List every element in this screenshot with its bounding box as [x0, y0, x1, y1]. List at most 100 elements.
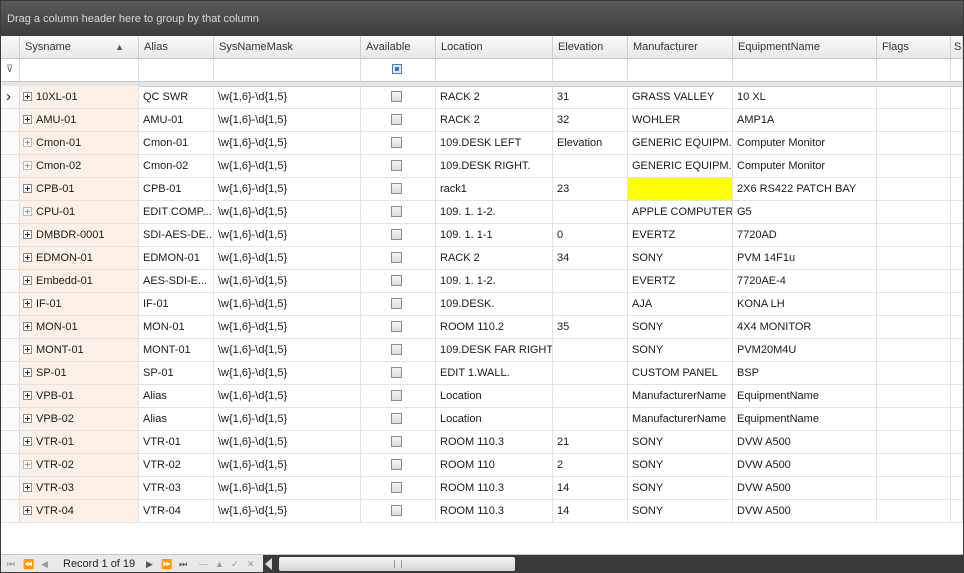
cell-mask[interactable]: \w{1,6}-\d{1,5} — [214, 385, 361, 407]
cell-mask[interactable]: \w{1,6}-\d{1,5} — [214, 178, 361, 200]
cell-available[interactable] — [361, 500, 436, 522]
cell-elevation[interactable] — [553, 385, 628, 407]
cell-available[interactable] — [361, 339, 436, 361]
cell-location[interactable]: 109. 1. 1-1 — [436, 224, 553, 246]
cell-flags[interactable] — [877, 500, 951, 522]
cell-flags[interactable] — [877, 316, 951, 338]
next-icon[interactable]: ▶ — [146, 555, 153, 572]
cell-sysname[interactable]: VTR-03 — [20, 477, 139, 499]
cell-extra[interactable] — [951, 500, 963, 522]
cell-equipment[interactable]: EquipmentName — [733, 408, 877, 430]
cell-manufacturer[interactable]: SONY — [628, 339, 733, 361]
cell-flags[interactable] — [877, 477, 951, 499]
cell-alias[interactable]: MONT-01 — [139, 339, 214, 361]
cell-sysname[interactable]: Cmon-01 — [20, 132, 139, 154]
header-flags[interactable]: Flags — [877, 36, 951, 58]
expand-icon[interactable] — [23, 460, 32, 469]
cell-location[interactable]: ROOM 110 — [436, 454, 553, 476]
cell-extra[interactable] — [951, 109, 963, 131]
cell-alias[interactable]: VTR-01 — [139, 431, 214, 453]
cancel-edit-icon[interactable]: ✕ — [247, 555, 255, 572]
cell-extra[interactable] — [951, 178, 963, 200]
row-indicator[interactable] — [1, 132, 20, 154]
available-checkbox[interactable] — [391, 91, 402, 102]
cell-sysname[interactable]: CPB-01 — [20, 178, 139, 200]
cell-elevation[interactable]: 0 — [553, 224, 628, 246]
cell-extra[interactable] — [951, 293, 963, 315]
delete-icon[interactable]: ▲ — [215, 555, 224, 572]
expand-icon[interactable] — [23, 506, 32, 515]
expand-icon[interactable] — [23, 276, 32, 285]
cell-sysname[interactable]: EDMON-01 — [20, 247, 139, 269]
filter-equipmentname[interactable] — [733, 59, 877, 81]
cell-mask[interactable]: \w{1,6}-\d{1,5} — [214, 270, 361, 292]
expand-icon[interactable] — [23, 322, 32, 331]
cell-alias[interactable]: IF-01 — [139, 293, 214, 315]
table-row[interactable]: VTR-03 VTR-03 \w{1,6}-\d{1,5} ROOM 110.3 14 S… — [1, 477, 963, 500]
expand-icon[interactable] — [23, 437, 32, 446]
cell-alias[interactable]: SDI-AES-DE... — [139, 224, 214, 246]
header-available[interactable]: Available — [361, 36, 436, 58]
cell-available[interactable] — [361, 178, 436, 200]
cell-flags[interactable] — [877, 109, 951, 131]
cell-available[interactable] — [361, 224, 436, 246]
first-icon[interactable]: ⏮ — [7, 555, 15, 572]
cell-sysname[interactable]: VPB-01 — [20, 385, 139, 407]
cell-location[interactable]: rack1 — [436, 178, 553, 200]
cell-flags[interactable] — [877, 385, 951, 407]
cell-available[interactable] — [361, 109, 436, 131]
cell-sysname[interactable]: 10XL-01 — [20, 86, 139, 108]
cell-manufacturer[interactable]: EVERTZ — [628, 224, 733, 246]
cell-sysname[interactable]: Embedd-01 — [20, 270, 139, 292]
cell-mask[interactable]: \w{1,6}-\d{1,5} — [214, 477, 361, 499]
cell-available[interactable] — [361, 362, 436, 384]
cell-mask[interactable]: \w{1,6}-\d{1,5} — [214, 408, 361, 430]
cell-extra[interactable] — [951, 224, 963, 246]
cell-alias[interactable]: AES-SDI-E... — [139, 270, 214, 292]
cell-elevation[interactable] — [553, 270, 628, 292]
group-by-panel[interactable]: Drag a column header here to group by th… — [1, 1, 963, 36]
cell-mask[interactable]: \w{1,6}-\d{1,5} — [214, 362, 361, 384]
cell-equipment[interactable]: G5 — [733, 201, 877, 223]
filter-icon[interactable]: ⊽ — [6, 64, 13, 75]
cell-available[interactable] — [361, 201, 436, 223]
row-indicator[interactable] — [1, 293, 20, 315]
cell-flags[interactable] — [877, 224, 951, 246]
cell-flags[interactable] — [877, 339, 951, 361]
cell-location[interactable]: EDIT 1.WALL. — [436, 362, 553, 384]
cell-manufacturer[interactable]: AJA — [628, 293, 733, 315]
row-indicator[interactable] — [1, 385, 20, 407]
cell-mask[interactable]: \w{1,6}-\d{1,5} — [214, 293, 361, 315]
cell-mask[interactable]: \w{1,6}-\d{1,5} — [214, 454, 361, 476]
cell-elevation[interactable]: 31 — [553, 86, 628, 108]
cell-manufacturer[interactable]: APPLE COMPUTERS — [628, 201, 733, 223]
cell-manufacturer[interactable]: ManufacturerName — [628, 385, 733, 407]
cell-mask[interactable]: \w{1,6}-\d{1,5} — [214, 316, 361, 338]
row-indicator[interactable] — [1, 316, 20, 338]
table-row[interactable]: AMU-01 AMU-01 \w{1,6}-\d{1,5} RACK 2 32 WOHLE… — [1, 109, 963, 132]
expand-icon[interactable] — [23, 253, 32, 262]
cell-available[interactable] — [361, 431, 436, 453]
row-indicator[interactable] — [1, 408, 20, 430]
expand-icon[interactable] — [23, 299, 32, 308]
cell-sysname[interactable]: VPB-02 — [20, 408, 139, 430]
cell-manufacturer[interactable]: SONY — [628, 247, 733, 269]
table-row[interactable]: VTR-02 VTR-02 \w{1,6}-\d{1,5} ROOM 110 2 SONY… — [1, 454, 963, 477]
available-checkbox[interactable] — [391, 390, 402, 401]
filter-alias[interactable] — [139, 59, 214, 81]
available-checkbox[interactable] — [391, 275, 402, 286]
cell-equipment[interactable]: DVW A500 — [733, 500, 877, 522]
filter-available[interactable] — [361, 59, 436, 81]
last-icon[interactable]: ⏭ — [179, 555, 187, 572]
cell-alias[interactable]: QC SWR — [139, 86, 214, 108]
cell-elevation[interactable] — [553, 339, 628, 361]
table-row[interactable]: MONT-01 MONT-01 \w{1,6}-\d{1,5} 109.DESK FA… — [1, 339, 963, 362]
cell-location[interactable]: 109. 1. 1-2. — [436, 201, 553, 223]
cell-sysname[interactable]: IF-01 — [20, 293, 139, 315]
cell-elevation[interactable]: 2 — [553, 454, 628, 476]
cell-flags[interactable] — [877, 293, 951, 315]
cell-mask[interactable]: \w{1,6}-\d{1,5} — [214, 431, 361, 453]
cell-flags[interactable] — [877, 86, 951, 108]
cell-sysname[interactable]: SP-01 — [20, 362, 139, 384]
cell-elevation[interactable]: 23 — [553, 178, 628, 200]
